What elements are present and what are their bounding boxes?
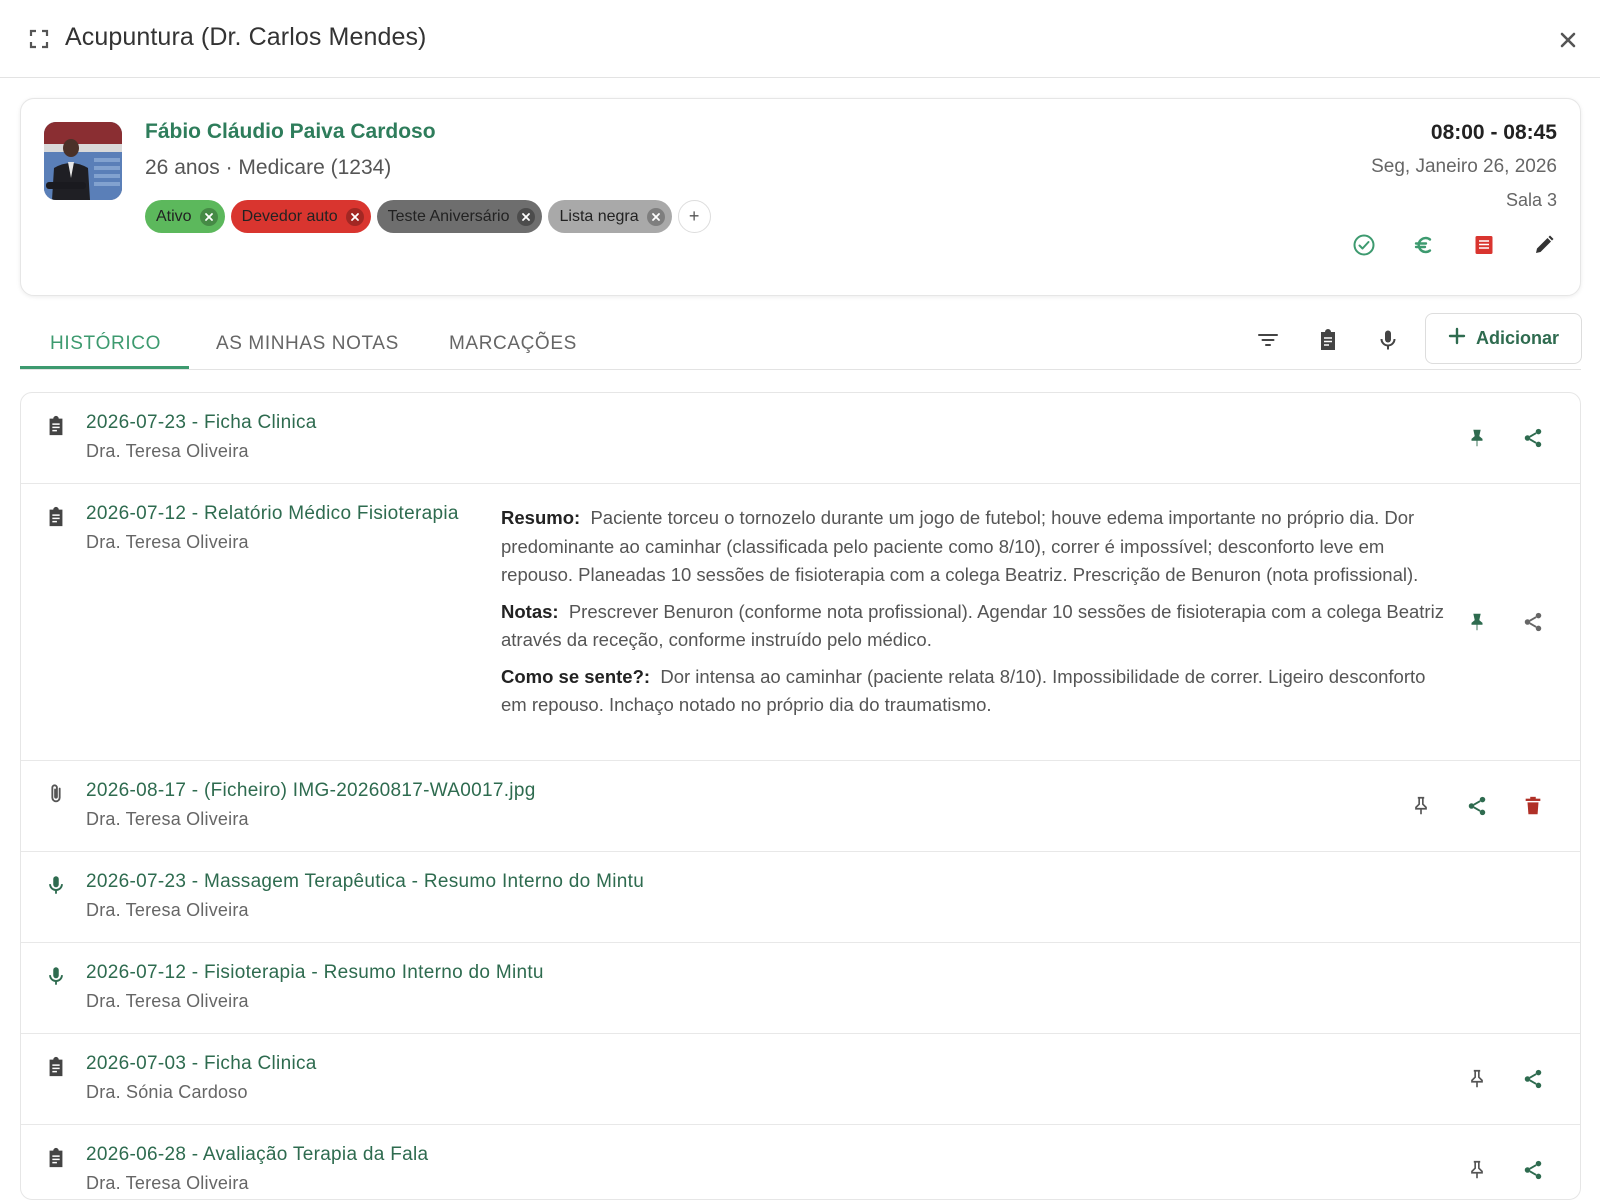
record-author: Dra. Teresa Oliveira (86, 809, 249, 829)
close-icon[interactable] (1555, 27, 1581, 53)
share-icon[interactable] (1519, 1065, 1547, 1093)
clipboard-icon (44, 414, 68, 438)
share-icon[interactable] (1463, 792, 1491, 820)
record-summary: Resumo: Paciente torceu o tornozelo dura… (501, 504, 1446, 728)
record-title[interactable]: 2026-06-28 - Avaliação Terapia da Fala (86, 1144, 428, 1166)
patient-meta: 26 anos · Medicare (1234) (145, 156, 392, 179)
invoice-icon[interactable] (1471, 232, 1497, 258)
record-author: Dra. Teresa Oliveira (86, 532, 249, 552)
trash-icon[interactable] (1519, 792, 1547, 820)
add-tag-button[interactable]: + (677, 200, 711, 233)
record-title[interactable]: 2026-07-23 - Ficha Clinica (86, 412, 317, 434)
appointment-time: 08:00 - 08:45 (1430, 121, 1557, 144)
remove-tag-icon[interactable] (199, 207, 218, 226)
tag-label: Devedor auto (241, 207, 338, 225)
summary-text: Prescrever Benuron (conforme nota profis… (501, 600, 1444, 651)
tab-marcacoes[interactable]: MARCAÇÕES (449, 333, 577, 355)
summary-label: Notas: (501, 600, 559, 622)
share-icon[interactable] (1519, 424, 1547, 452)
remove-tag-icon[interactable] (517, 207, 536, 226)
pin-filled-icon[interactable] (1463, 424, 1491, 452)
tab-historico[interactable]: HISTÓRICO (50, 333, 161, 355)
record-author: Dra. Teresa Oliveira (86, 900, 249, 920)
pin-filled-icon[interactable] (1463, 608, 1491, 636)
clipboard-icon (44, 1146, 68, 1170)
add-button-label: Adicionar (1475, 328, 1559, 348)
list-item-expanded[interactable]: 2026-07-12 - Relatório Médico Fisioterap… (21, 484, 1580, 761)
history-list: 2026-07-23 - Ficha Clinica Dra. Teresa O… (20, 392, 1581, 1200)
pin-outline-icon[interactable] (1463, 1156, 1491, 1184)
clipboard-icon (44, 1055, 68, 1079)
record-title[interactable]: 2026-07-12 - Fisioterapia - Resumo Inter… (86, 962, 544, 984)
remove-tag-icon[interactable] (646, 207, 665, 226)
summary-label: Como se sente?: (501, 665, 651, 687)
record-title[interactable]: 2026-07-23 - Massagem Terapêutica - Resu… (86, 871, 644, 893)
summary-notas: Notas: Prescrever Benuron (conforme nota… (501, 598, 1446, 655)
list-item[interactable]: 2026-06-28 - Avaliação Terapia da Fala D… (21, 1125, 1580, 1199)
list-item[interactable]: 2026-07-03 - Ficha Clinica Dra. Sónia Ca… (21, 1034, 1580, 1125)
tag-devedor-auto: Devedor auto (230, 200, 371, 233)
record-author: Dra. Teresa Oliveira (86, 441, 249, 461)
add-button[interactable]: Adicionar (1425, 313, 1582, 364)
clipboard-icon[interactable] (1313, 325, 1343, 355)
summary-label: Resumo: (501, 507, 581, 528)
appointment-date: Seg, Janeiro 26, 2026 (1371, 156, 1557, 177)
summary-resumo: Resumo: Paciente torceu o tornozelo dura… (501, 504, 1446, 590)
pin-outline-icon[interactable] (1463, 1065, 1491, 1093)
check-circle-icon[interactable] (1351, 232, 1377, 258)
modal-title: Acupuntura (Dr. Carlos Mendes) (65, 23, 427, 51)
filter-icon[interactable] (1253, 325, 1283, 355)
record-author: Dra. Sónia Cardoso (86, 1082, 248, 1102)
patient-name[interactable]: Fábio Cláudio Paiva Cardoso (145, 120, 436, 144)
summary-como-se-sente: Como se sente?: Dor intensa ao caminhar … (501, 663, 1446, 720)
edit-icon[interactable] (1531, 232, 1557, 258)
microphone-icon[interactable] (1373, 325, 1403, 355)
record-author: Dra. Teresa Oliveira (86, 1173, 249, 1193)
tag-teste-aniversario: Teste Aniversário (376, 200, 543, 233)
tab-as-minhas-notas[interactable]: AS MINHAS NOTAS (216, 333, 399, 355)
list-item[interactable]: 2026-07-23 - Massagem Terapêutica - Resu… (21, 852, 1580, 943)
tag-lista-negra: Lista negra (548, 200, 672, 233)
record-title[interactable]: 2026-07-12 - Relatório Médico Fisioterap… (86, 503, 459, 525)
share-icon[interactable] (1519, 1156, 1547, 1184)
record-title[interactable]: 2026-08-17 - (Ficheiro) IMG-20260817-WA0… (86, 780, 536, 802)
appointment-room: Sala 3 (1505, 190, 1557, 210)
list-item[interactable]: 2026-08-17 - (Ficheiro) IMG-20260817-WA0… (21, 761, 1580, 852)
paperclip-icon (44, 782, 68, 806)
appointment-actions (1351, 232, 1557, 258)
patient-card: Fábio Cláudio Paiva Cardoso 26 anos · Me… (20, 98, 1581, 296)
record-title[interactable]: 2026-07-03 - Ficha Clinica (86, 1053, 317, 1075)
modal-header: Acupuntura (Dr. Carlos Mendes) (0, 0, 1600, 78)
active-tab-indicator (20, 366, 189, 369)
tag-label: Lista negra (559, 207, 639, 225)
microphone-icon (44, 873, 68, 897)
clipboard-icon (44, 505, 68, 529)
tag-label: Ativo (156, 207, 192, 225)
tag-list: Ativo Devedor auto Teste Aniversário Lis… (145, 200, 711, 233)
tag-label: Teste Aniversário (387, 207, 510, 225)
list-item[interactable]: 2026-07-23 - Ficha Clinica Dra. Teresa O… (21, 393, 1580, 484)
pin-outline-icon[interactable] (1407, 792, 1435, 820)
record-author: Dra. Teresa Oliveira (86, 991, 249, 1011)
summary-text: Paciente torceu o tornozelo durante um j… (501, 507, 1419, 585)
share-icon[interactable] (1519, 608, 1547, 636)
patient-avatar (44, 122, 122, 200)
plus-icon (1448, 327, 1466, 350)
list-item[interactable]: 2026-07-12 - Fisioterapia - Resumo Inter… (21, 943, 1580, 1034)
fullscreen-icon[interactable] (27, 27, 51, 51)
euro-icon[interactable] (1411, 232, 1437, 258)
tag-ativo: Ativo (145, 200, 225, 233)
microphone-icon (44, 964, 68, 988)
remove-tag-icon[interactable] (345, 207, 364, 226)
tab-bar: HISTÓRICO AS MINHAS NOTAS MARCAÇÕES Adic… (20, 313, 1582, 370)
